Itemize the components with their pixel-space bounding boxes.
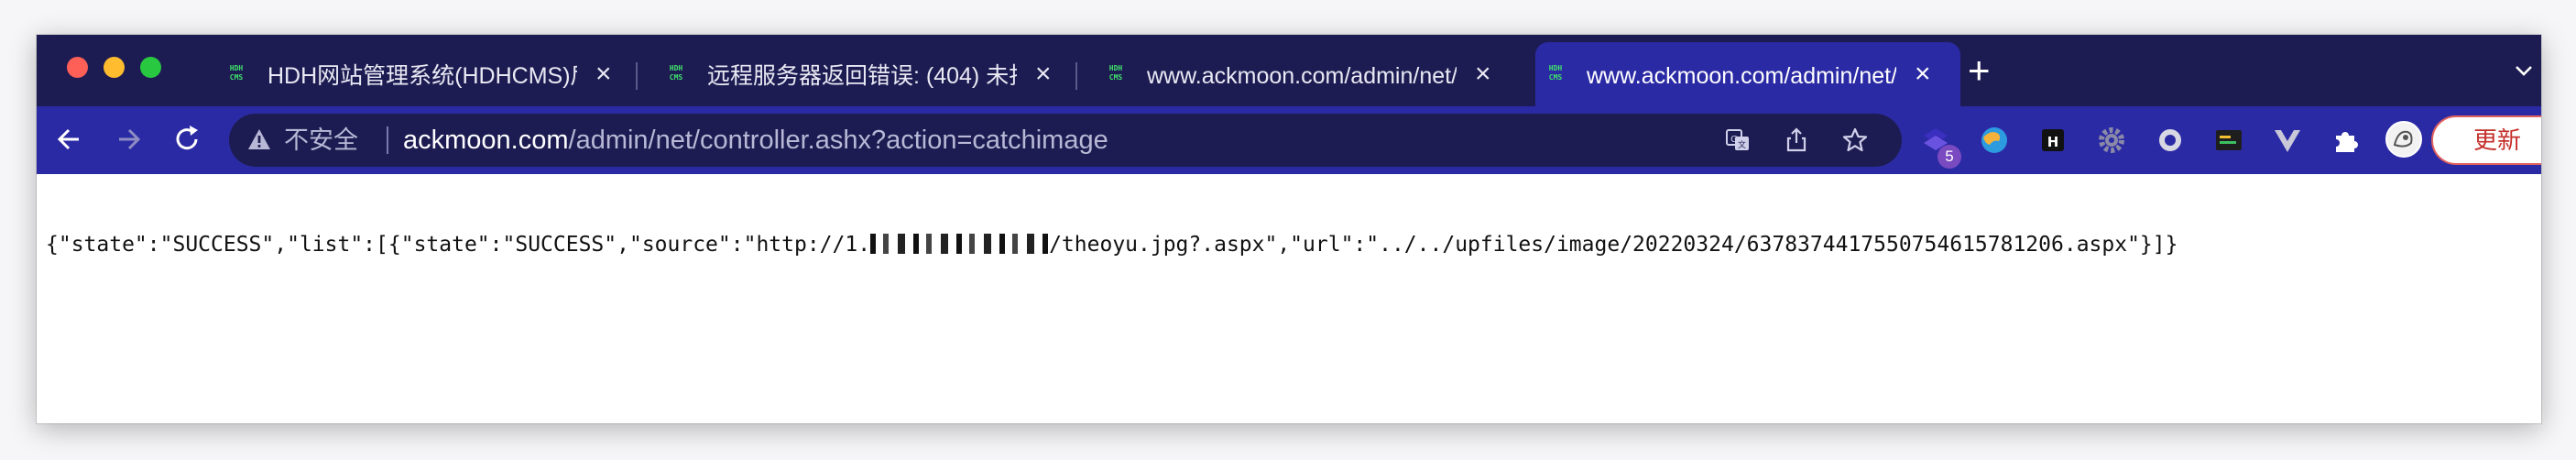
terminal-extension-icon[interactable]: [2213, 125, 2244, 156]
tab-strip: HDH CMS HDH网站管理系统(HDHCMS)后 × HDH CMS 远程服…: [37, 35, 2541, 106]
globe-extension-icon[interactable]: [1979, 125, 2010, 156]
warning-triangle-icon[interactable]: [247, 128, 271, 150]
tab-close-icon[interactable]: ×: [1915, 59, 1931, 90]
json-response-start: {"state":"SUCCESS","list":[{"state":"SUC…: [46, 233, 871, 257]
svg-text:G: G: [1730, 135, 1738, 145]
gear-extension-icon[interactable]: [2096, 125, 2127, 156]
not-secure-label[interactable]: 不安全: [284, 125, 358, 156]
ring-extension-icon[interactable]: [2155, 125, 2186, 156]
extension-badge: 5: [1937, 145, 1961, 169]
browser-toolbar: 不安全 ackmoon.com/admin/net/controller.ash…: [37, 106, 2541, 174]
tab-divider: [1075, 62, 1077, 90]
close-window-button[interactable]: [67, 57, 88, 78]
address-bar[interactable]: 不安全 ackmoon.com/admin/net/controller.ash…: [229, 114, 1902, 167]
new-tab-button[interactable]: +: [1968, 48, 1991, 93]
maximize-window-button[interactable]: [140, 57, 161, 78]
tab-title: HDH网站管理系统(HDHCMS)后: [267, 63, 577, 89]
tab-close-icon[interactable]: ×: [595, 59, 612, 90]
tab-title: www.ackmoon.com/admin/net/: [1587, 63, 1896, 89]
url-text[interactable]: ackmoon.com/admin/net/controller.ashx?ac…: [403, 124, 1108, 157]
puzzle-piece-icon[interactable]: [2330, 125, 2362, 156]
svg-text:文: 文: [1738, 139, 1746, 150]
back-arrow-icon[interactable]: [49, 119, 90, 159]
json-response: {"state":"SUCCESS","list":[{"state":"SUC…: [46, 231, 2178, 258]
page-content: {"state":"SUCCESS","list":[{"state":"SUC…: [37, 174, 2541, 423]
omnibox-divider: [387, 126, 388, 154]
hdhcms-favicon-icon: HDH CMS: [1548, 64, 1563, 82]
tab-divider: [636, 62, 638, 90]
hdhcms-favicon-icon: HDH CMS: [669, 64, 683, 82]
url-host: ackmoon.com: [403, 126, 569, 155]
bookmark-star-icon[interactable]: [1841, 126, 1869, 154]
redacted-ip: [870, 234, 1050, 254]
svg-text:H: H: [2047, 134, 2059, 150]
vue-devtools-icon[interactable]: [2272, 125, 2303, 156]
hackbar-extension-icon[interactable]: H: [2037, 125, 2068, 156]
json-response-end: /theoyu.jpg?.aspx","url":"../../upfiles/…: [1049, 233, 2178, 257]
tab-close-icon[interactable]: ×: [1035, 59, 1052, 90]
share-icon[interactable]: [1783, 126, 1810, 154]
profile-avatar[interactable]: [2385, 121, 2422, 158]
tab-ackmoon-admin-active[interactable]: HDH CMS www.ackmoon.com/admin/net/ ×: [1535, 42, 1960, 106]
update-button[interactable]: 更新 ⋮: [2431, 115, 2541, 165]
browser-window: HDH CMS HDH网站管理系统(HDHCMS)后 × HDH CMS 远程服…: [37, 35, 2541, 423]
tab-title: 远程服务器返回错误: (404) 未找: [707, 63, 1017, 89]
tab-ackmoon-admin[interactable]: HDH CMS www.ackmoon.com/admin/net/ ×: [1096, 42, 1513, 106]
minimize-window-button[interactable]: [104, 57, 125, 78]
tab-remote-server-error[interactable]: HDH CMS 远程服务器返回错误: (404) 未找 ×: [656, 42, 1074, 106]
tab-title: www.ackmoon.com/admin/net/: [1147, 63, 1457, 89]
hdhcms-favicon-icon: HDH CMS: [229, 64, 244, 82]
forward-arrow-icon[interactable]: [108, 119, 148, 159]
tab-hdhcms-admin[interactable]: HDH CMS HDH网站管理系统(HDHCMS)后 ×: [216, 42, 634, 106]
tab-search-chevron-icon[interactable]: [2514, 60, 2534, 81]
translate-icon[interactable]: G 文: [1724, 126, 1752, 154]
reload-icon[interactable]: [167, 119, 207, 159]
hdhcms-favicon-icon: HDH CMS: [1108, 64, 1123, 82]
url-path: /admin/net/controller.ashx?action=catchi…: [568, 126, 1108, 155]
tab-close-icon[interactable]: ×: [1475, 59, 1491, 90]
update-button-label: 更新: [2473, 126, 2522, 154]
